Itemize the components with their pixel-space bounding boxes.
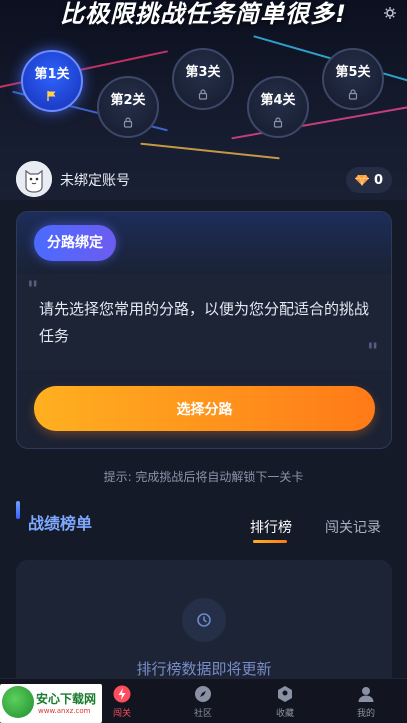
compass-icon	[194, 685, 212, 703]
nav-profile[interactable]: 我的	[336, 679, 396, 723]
nav-community[interactable]: 社区	[173, 679, 233, 723]
nav-label: 收藏	[275, 708, 294, 719]
page-headline: 比极限挑战任务简单很多!	[60, 0, 347, 28]
level-node-1[interactable]: 第1关	[21, 50, 83, 112]
refresh-icon	[182, 598, 226, 642]
level-label: 第1关	[34, 67, 70, 82]
section-accent-bar	[16, 501, 20, 519]
level-label: 第2关	[110, 93, 146, 108]
level-label: 第4关	[260, 93, 296, 108]
leaderboard-empty-text: 排行榜数据即将更新	[136, 660, 272, 678]
lock-icon	[122, 113, 134, 128]
nav-favorites[interactable]: 收藏	[255, 679, 315, 723]
flag-icon	[46, 87, 58, 101]
lock-icon	[272, 113, 284, 128]
bookmark-icon	[276, 685, 294, 703]
gem-balance[interactable]: 0	[346, 167, 392, 193]
binding-description: 请先选择您常用的分路，以便为您分配适合的挑战任务	[39, 300, 370, 345]
active-tab-indicator	[253, 540, 287, 543]
route-binding-card: 分路绑定 " " 请先选择您常用的分路，以便为您分配适合的挑战任务 选择分路	[16, 211, 392, 449]
account-status-label[interactable]: 未绑定账号	[60, 170, 130, 190]
select-route-button[interactable]: 选择分路	[34, 386, 375, 431]
lock-icon	[197, 85, 209, 100]
level-node-5[interactable]: 第5关	[322, 48, 384, 110]
level-node-4[interactable]: 第4关	[247, 76, 309, 138]
watermark-title: 安心下载网	[36, 692, 97, 706]
tab-leaderboard[interactable]: 排行榜	[250, 517, 292, 537]
nav-label: 闯关	[112, 708, 131, 719]
lightning-icon	[113, 685, 131, 703]
nav-label: 我的	[356, 708, 375, 719]
level-label: 第3关	[185, 65, 221, 80]
watermark-url: www.anxz.com	[38, 707, 91, 715]
settings-icon[interactable]	[383, 6, 397, 20]
gem-count: 0	[373, 172, 384, 188]
records-title: 战绩榜单	[28, 514, 93, 533]
diamond-icon	[354, 171, 369, 190]
nav-label: 社区	[193, 708, 212, 719]
level-node-2[interactable]: 第2关	[97, 76, 159, 138]
tab-challenge-history[interactable]: 闯关记录	[325, 517, 381, 537]
level-node-3[interactable]: 第3关	[172, 48, 234, 110]
open-quote-icon: "	[27, 278, 39, 303]
site-watermark: 安心下载网 www.anxz.com	[0, 684, 102, 723]
user-icon	[357, 685, 375, 703]
user-row: 未绑定账号 0	[16, 161, 392, 197]
route-binding-tag: 分路绑定	[34, 225, 116, 261]
unlock-hint: 提示: 完成挑战后将自动解锁下一关卡	[103, 470, 304, 484]
level-label: 第5关	[335, 65, 371, 80]
watermark-logo-icon	[2, 686, 34, 718]
lock-icon	[347, 85, 359, 100]
avatar[interactable]	[16, 161, 52, 197]
